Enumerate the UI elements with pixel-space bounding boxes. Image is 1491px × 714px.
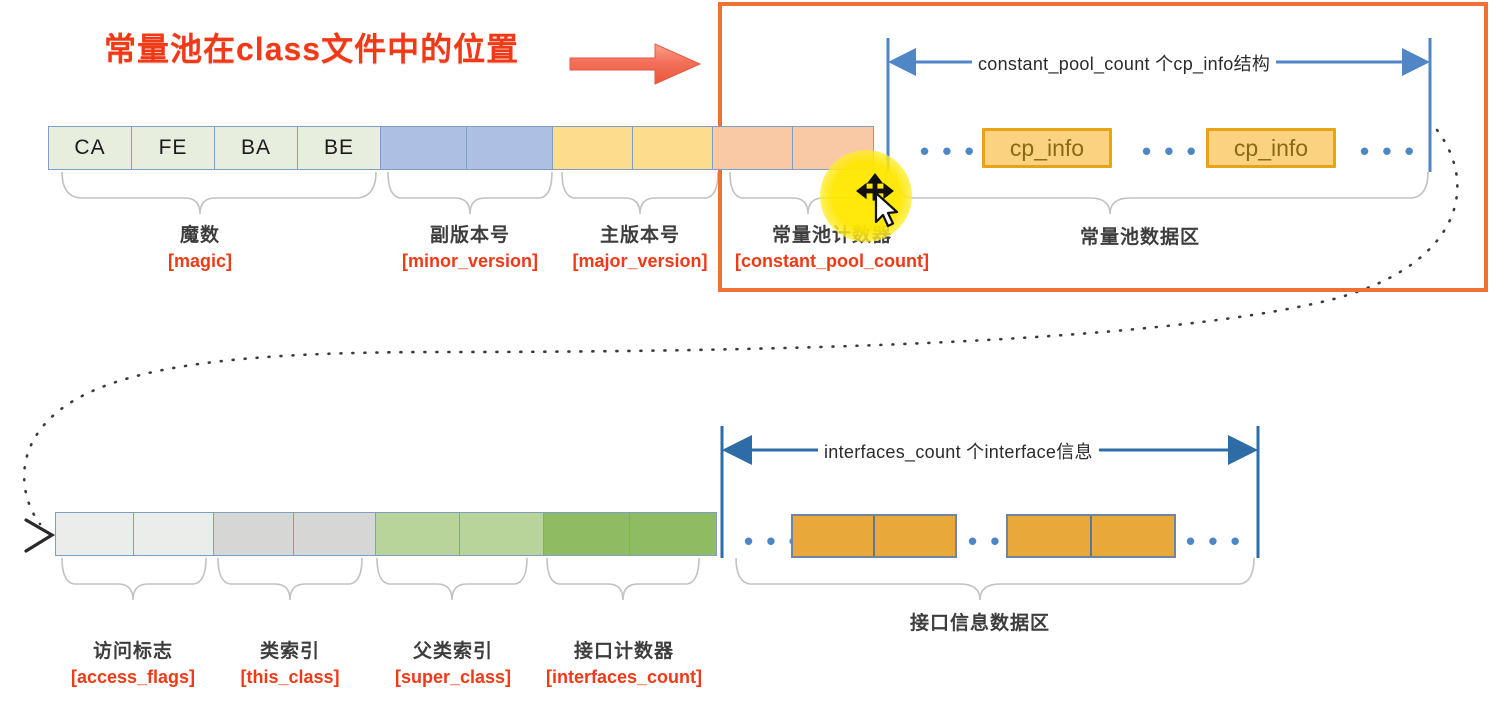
byte-cell-be: BE (298, 127, 381, 169)
move-cursor-icon (855, 172, 907, 228)
caption-magic-en: [magic] (167, 250, 232, 271)
caption-access-flags: 访问标志 [access_flags] (58, 640, 208, 688)
byte-cell-super-class-2 (460, 513, 544, 555)
caption-major-version: 主版本号 [major_version] (562, 224, 718, 272)
byte-cell-access-flags-1 (56, 513, 134, 555)
dotted-connector-arrowhead (24, 518, 56, 553)
caption-minor-version-cn: 副版本号 (429, 225, 510, 246)
caption-super-class: 父类索引 [super_class] (377, 640, 529, 688)
cp-dimension-label: constant_pool_count 个cp_info结构 (972, 50, 1277, 76)
byte-cell-minor-2 (467, 127, 553, 169)
caption-this-class-en: [this_class] (240, 666, 340, 687)
interface-box-2-half-a (1008, 516, 1092, 556)
caption-minor-version-en: [minor_version] (401, 250, 539, 271)
byte-cell-this-class-2 (294, 513, 376, 555)
byte-cell-super-class-1 (376, 513, 460, 555)
caption-constant-pool-count: 常量池计数器 [constant_pool_count] (722, 224, 942, 272)
byte-cell-this-class-1 (214, 513, 294, 555)
caption-super-class-en: [super_class] (394, 666, 512, 687)
ellipsis-cp-left: • • • (920, 136, 977, 166)
caption-constant-pool-data-area: 常量池数据区 (1040, 226, 1240, 250)
bottom-braces (61, 557, 1255, 601)
interface-box-1 (791, 514, 957, 558)
caption-interfaces-count-en: [interfaces_count] (545, 666, 703, 687)
class-file-byte-bar-top: CA FE BA BE (48, 126, 874, 170)
ellipsis-cp-middle: • • • (1142, 136, 1199, 166)
caption-constant-pool-count-en: [constant_pool_count] (735, 250, 929, 271)
ellipsis-cp-right: • • • (1360, 136, 1417, 166)
caption-access-flags-cn: 访问标志 (92, 641, 173, 662)
caption-interfaces-data-area-cn: 接口信息数据区 (909, 613, 1050, 634)
byte-cell-minor-1 (381, 127, 467, 169)
interface-box-2 (1006, 514, 1176, 558)
interface-box-1-half-b (875, 516, 955, 556)
ellipsis-if-right: • • • (1186, 526, 1243, 556)
caption-this-class: 类索引 [this_class] (222, 640, 358, 688)
caption-this-class-cn: 类索引 (259, 641, 320, 662)
byte-cell-major-1 (553, 127, 633, 169)
caption-interfaces-count-cn: 接口计数器 (573, 641, 674, 662)
byte-cell-access-flags-2 (134, 513, 214, 555)
title-arrow-icon (569, 43, 702, 85)
caption-major-version-cn: 主版本号 (599, 225, 680, 246)
byte-cell-cpcount-1 (713, 127, 793, 169)
byte-cell-ca: CA (49, 127, 132, 169)
byte-cell-fe: FE (132, 127, 215, 169)
interfaces-dimension-label: interfaces_count 个interface信息 (818, 438, 1099, 464)
byte-cell-interfaces-count-1 (544, 513, 630, 555)
caption-magic-cn: 魔数 (179, 225, 220, 246)
caption-interfaces-data-area: 接口信息数据区 (880, 612, 1080, 636)
caption-magic: 魔数 [magic] (130, 224, 270, 272)
caption-interfaces-count: 接口计数器 [interfaces_count] (532, 640, 716, 688)
page-title: 常量池在class文件中的位置 (104, 31, 520, 67)
byte-cell-interfaces-count-2 (630, 513, 716, 555)
cp-info-box-1: cp_info (982, 128, 1112, 168)
caption-super-class-cn: 父类索引 (412, 641, 493, 662)
caption-minor-version: 副版本号 [minor_version] (390, 224, 550, 272)
caption-access-flags-en: [access_flags] (70, 666, 196, 687)
caption-major-version-en: [major_version] (572, 250, 708, 271)
cp-info-box-2: cp_info (1206, 128, 1336, 168)
interface-box-2-half-b (1092, 516, 1174, 556)
byte-cell-major-2 (633, 127, 713, 169)
byte-cell-ba: BA (215, 127, 298, 169)
diagram-canvas: 常量池在class文件中的位置 CA FE BA BE constant_poo… (0, 0, 1491, 714)
caption-constant-pool-data-area-cn: 常量池数据区 (1079, 227, 1200, 248)
class-file-byte-bar-bottom (55, 512, 717, 556)
interface-box-1-half-a (793, 516, 875, 556)
